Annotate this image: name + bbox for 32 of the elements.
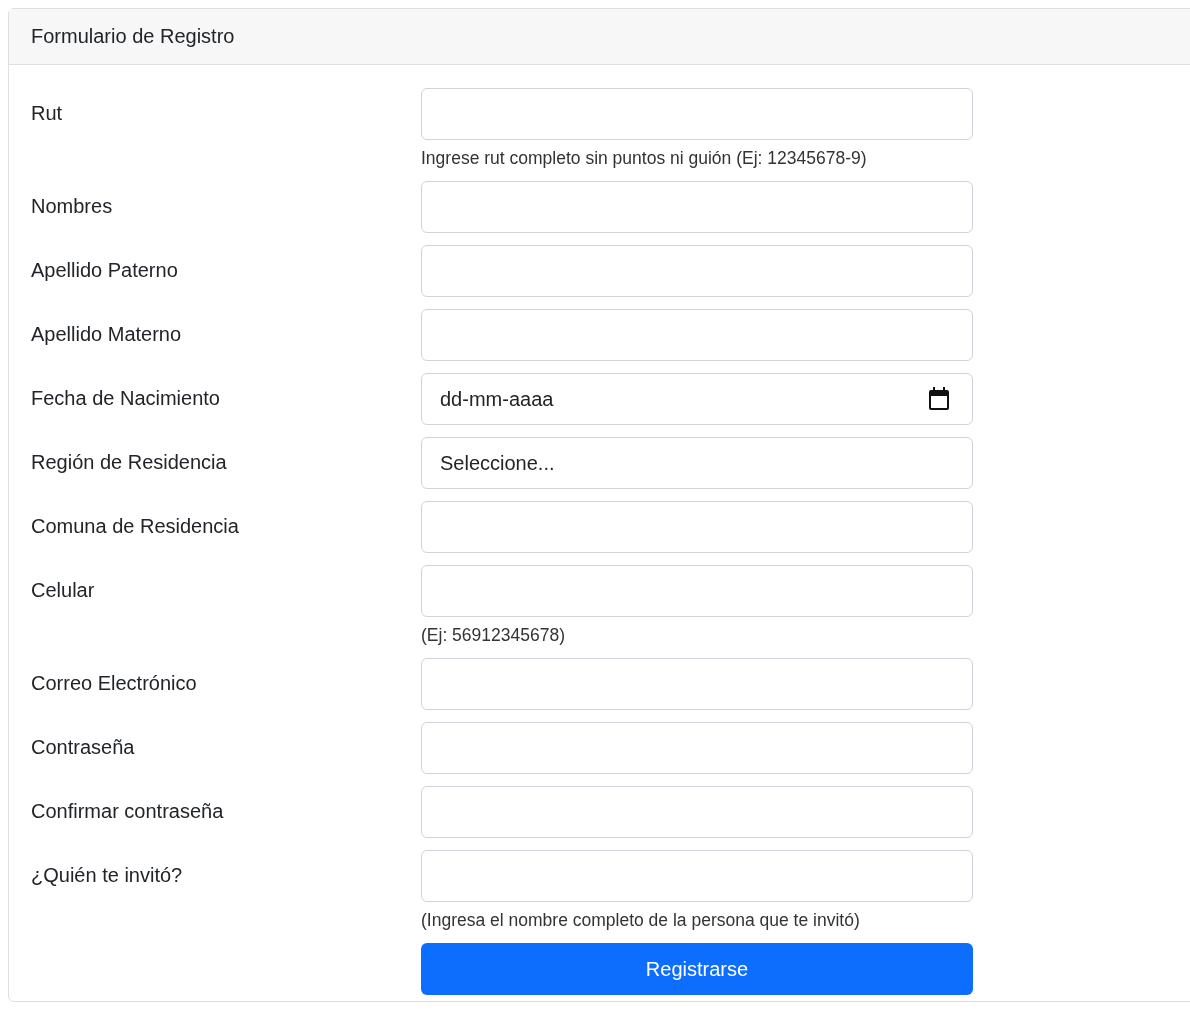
text-field[interactable]	[421, 245, 973, 297]
field-label: Correo Electrónico	[31, 671, 198, 695]
help-text: Ingrese rut completo sin puntos ni guión (Ej: 12345678-9)	[421, 148, 868, 169]
help-text: (Ingresa el nombre completo de la persona que te invitó)	[421, 910, 861, 931]
select-value: Seleccione...	[440, 451, 555, 475]
text-field[interactable]	[421, 565, 973, 617]
date-placeholder: dd-mm-aaaa	[440, 387, 554, 411]
field-label: Contraseña	[31, 735, 136, 759]
text-field[interactable]	[421, 850, 973, 902]
help-text: (Ej: 56912345678)	[421, 625, 566, 646]
field-label: Apellido Materno	[31, 322, 183, 346]
field-label: Región de Residencia	[31, 450, 228, 474]
date-field[interactable]: dd-mm-aaaa	[421, 373, 973, 425]
field-label: Apellido Paterno	[31, 258, 179, 282]
calendar-icon[interactable]	[928, 387, 950, 411]
text-field[interactable]	[421, 501, 973, 553]
select-field[interactable]: Seleccione...	[421, 437, 973, 489]
text-field[interactable]	[421, 786, 973, 838]
field-label: Celular	[31, 578, 96, 602]
field-label: Comuna de Residencia	[31, 514, 240, 538]
text-field[interactable]	[421, 309, 973, 361]
field-label: Rut	[31, 101, 64, 125]
field-label: Fecha de Nacimiento	[31, 386, 221, 410]
register-button[interactable]: Registrarse	[421, 943, 973, 995]
field-label: Confirmar contraseña	[31, 799, 225, 823]
text-field[interactable]	[421, 658, 973, 710]
text-field[interactable]	[421, 722, 973, 774]
field-label: ¿Quién te invitó?	[31, 863, 184, 887]
field-label: Nombres	[31, 194, 114, 218]
card-title: Formulario de Registro	[31, 25, 235, 47]
text-field[interactable]	[421, 88, 973, 140]
text-field[interactable]	[421, 181, 973, 233]
